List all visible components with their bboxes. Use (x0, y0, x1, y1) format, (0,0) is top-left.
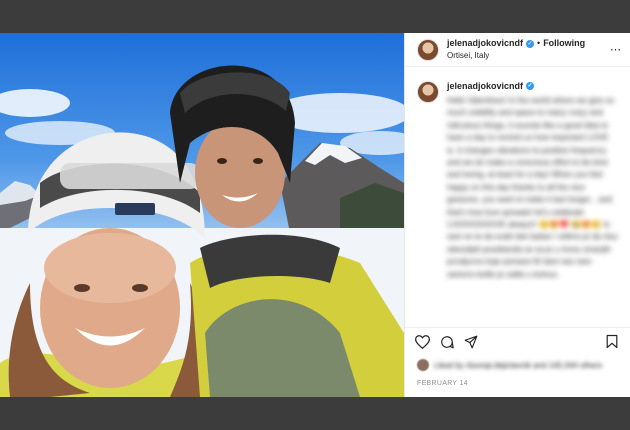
post-date[interactable]: FEBRUARY 14 (405, 374, 630, 397)
caption-verified-badge-icon: ✓ (526, 82, 535, 90)
heart-icon[interactable] (415, 335, 430, 349)
share-icon[interactable] (464, 335, 478, 349)
header-line: jelenadjokovicndf ✓ • Following (447, 38, 585, 49)
likes-text: Liked by rbsonja.bkjiclavnik and 140,344… (434, 360, 603, 370)
comment-icon[interactable] (440, 335, 454, 349)
location-link[interactable]: Ortisei, Italy (447, 51, 585, 61)
bookmark-icon[interactable] (606, 334, 618, 349)
profile-avatar[interactable] (417, 38, 439, 61)
caption-area: jelenadjokovicndf ✓ Hello Valentines! In… (405, 67, 630, 327)
caption-avatar[interactable] (417, 81, 439, 103)
caption-user-line: jelenadjokovicndf ✓ (447, 81, 618, 91)
caption-body: jelenadjokovicndf ✓ Hello Valentines! In… (447, 81, 618, 327)
likes-summary[interactable]: Liked by rbsonja.bkjiclavnik and 140,344… (405, 356, 630, 374)
following-button[interactable]: Following (543, 38, 585, 49)
photo-illustration (0, 65, 404, 397)
header-text: jelenadjokovicndf ✓ • Following Ortisei,… (447, 38, 585, 60)
caption-text: Hello Valentines! In the world where we … (447, 96, 618, 279)
more-options-icon[interactable]: ⋯ (610, 43, 622, 56)
separator-dot: • (537, 38, 541, 49)
post-photo[interactable] (0, 33, 404, 397)
caption-username-link[interactable]: jelenadjokovicndf (447, 81, 523, 91)
liker-avatar (417, 359, 429, 371)
verified-badge-icon: ✓ (526, 39, 535, 48)
post-actions (405, 327, 630, 356)
post-header: jelenadjokovicndf ✓ • Following Ortisei,… (405, 33, 630, 67)
post-side-panel: jelenadjokovicndf ✓ • Following Ortisei,… (404, 33, 630, 397)
username-link[interactable]: jelenadjokovicndf (447, 38, 523, 49)
instagram-post: jelenadjokovicndf ✓ • Following Ortisei,… (0, 33, 630, 397)
